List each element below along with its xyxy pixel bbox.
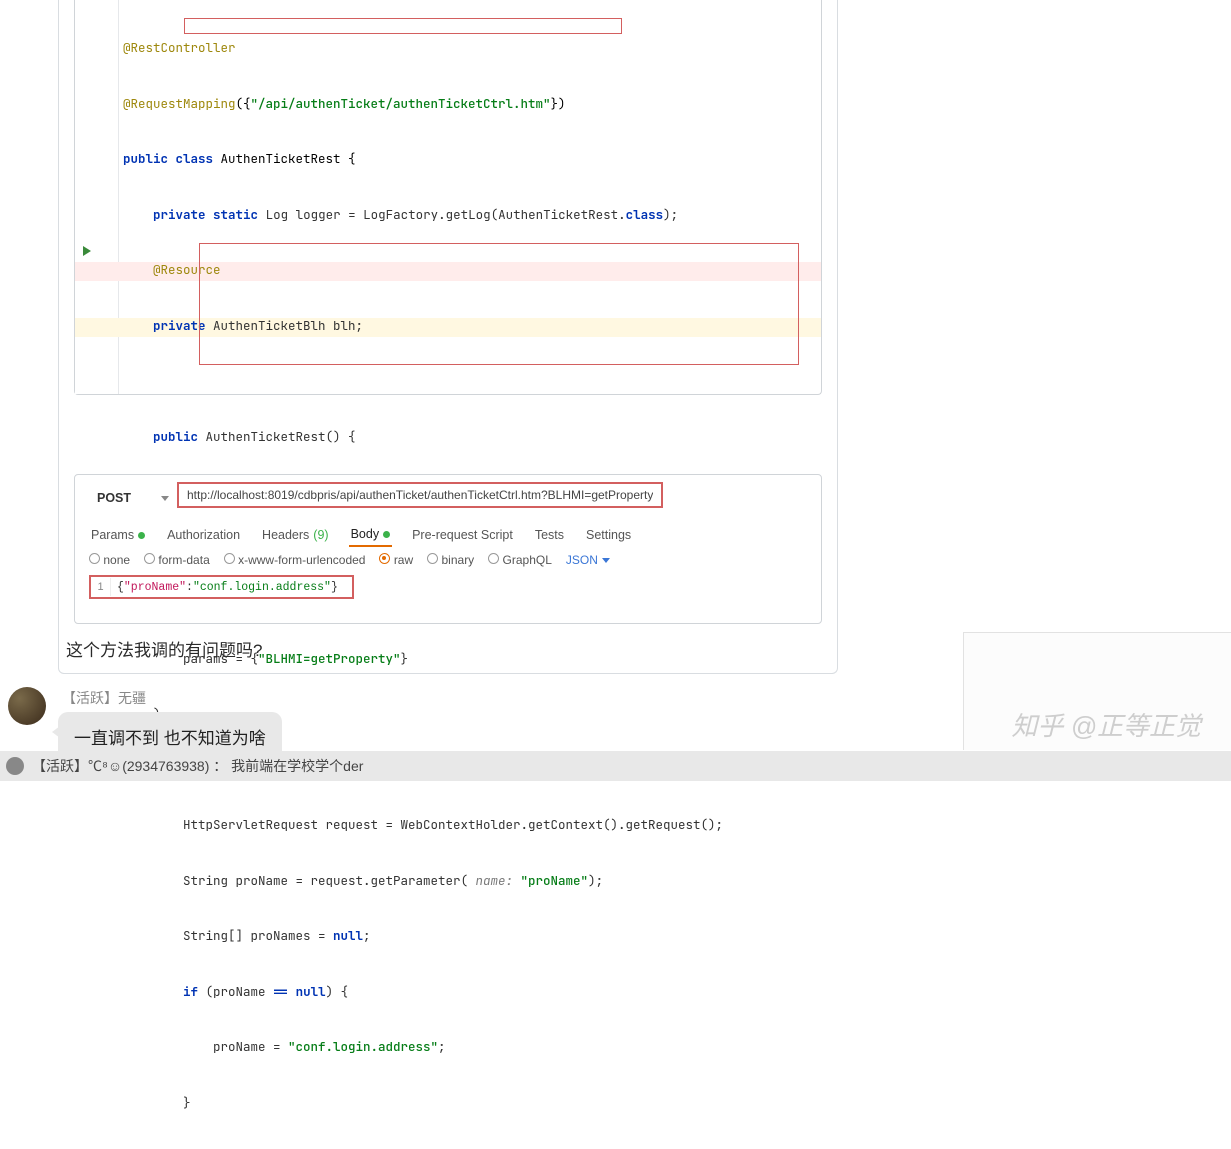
kw-public: public: [123, 150, 168, 167]
code-area[interactable]: @RestController @RequestMapping({"/api/a…: [119, 0, 821, 394]
bt-raw: raw: [394, 553, 413, 567]
params-close: }: [401, 650, 409, 667]
chevron-down-icon: [602, 558, 610, 563]
avatar[interactable]: [8, 687, 46, 725]
ann-resource: @Resource: [153, 261, 221, 278]
method-select[interactable]: POST: [85, 485, 181, 511]
tab-tests[interactable]: Tests: [533, 523, 566, 547]
headers-count: (9): [313, 528, 328, 542]
proname-post: );: [588, 872, 603, 889]
kw-private: private: [153, 206, 206, 223]
ctor: AuthenTicketRest() {: [198, 428, 356, 445]
footer-avatar[interactable]: [6, 757, 24, 775]
blh-decl: AuthenTicketBlh blh;: [206, 317, 364, 334]
chevron-down-icon: [161, 496, 169, 501]
assign-val: "conf.login.address": [288, 1038, 438, 1055]
tab-settings[interactable]: Settings: [584, 523, 633, 547]
ann-restcontroller: @RestController: [123, 39, 236, 56]
brace2: }: [183, 1094, 191, 1111]
radio-formdata[interactable]: form-data: [144, 553, 210, 567]
null2: null: [296, 983, 326, 1000]
tab-auth[interactable]: Authorization: [165, 523, 242, 547]
jb-close: }: [331, 581, 338, 594]
bt-formdata: form-data: [158, 553, 209, 567]
logger-decl: Log logger = LogFactory.getLog(AuthenTic…: [258, 206, 626, 223]
proname-pre: String proName = request.getParameter(: [183, 872, 468, 889]
radio-binary[interactable]: binary: [427, 553, 474, 567]
url-input[interactable]: [187, 488, 653, 502]
run-icon[interactable]: [83, 246, 91, 256]
tab-params[interactable]: Params: [89, 523, 147, 547]
tab-headers-label: Headers: [262, 528, 309, 542]
tabs: Params Authorization Headers (9) Body Pr…: [89, 523, 633, 547]
kw-private2: private: [153, 317, 206, 334]
logger-end: );: [663, 206, 678, 223]
req-line: HttpServletRequest request = WebContextH…: [183, 816, 723, 833]
footer: 【活跃】℃⁸☺(2934763938) ： 我前端在学校学个der: [0, 751, 1231, 781]
radio-none[interactable]: none: [89, 553, 130, 567]
tab-settings-label: Settings: [586, 528, 631, 542]
tab-prescript[interactable]: Pre-request Script: [410, 523, 515, 547]
radio-urlenc[interactable]: x-www-form-urlencoded: [224, 553, 366, 567]
line-number: 1: [91, 578, 111, 596]
footer-text: 【活跃】℃⁸☺(2934763938) ： 我前端在学校学个der: [32, 756, 363, 776]
bt-graphql: GraphQL: [503, 553, 552, 567]
proname-arg: "proName": [521, 872, 589, 889]
code-panel: @RestController @RequestMapping({"/api/a…: [74, 0, 822, 395]
kw-class2: class: [626, 206, 664, 223]
tab-body[interactable]: Body: [349, 523, 393, 547]
radio-graphql[interactable]: GraphQL: [488, 553, 552, 567]
jb-val: "conf.login.address": [193, 581, 331, 594]
pronames: String[] proNames =: [183, 927, 333, 944]
bt-binary: binary: [442, 553, 475, 567]
tab-body-label: Body: [351, 527, 380, 541]
code-gutter: [75, 0, 119, 394]
dot-icon: [138, 532, 145, 539]
kw-static: static: [213, 206, 258, 223]
breakpoint-icon[interactable]: [95, 262, 105, 272]
tab-headers[interactable]: Headers (9): [260, 523, 331, 547]
jb-key: "proName": [124, 581, 186, 594]
json-label: JSON: [566, 553, 598, 567]
ann-requestmapping: @RequestMapping: [123, 95, 236, 112]
radio-raw[interactable]: raw: [379, 553, 413, 567]
assign-pre: proName =: [213, 1038, 288, 1055]
jb-colon: :: [186, 581, 193, 594]
jb-open: {: [117, 581, 124, 594]
if-post: ) {: [326, 983, 349, 1000]
tab-tests-label: Tests: [535, 528, 564, 542]
method-label: POST: [97, 491, 131, 505]
kw-class: class: [176, 150, 214, 167]
semi2: ;: [438, 1038, 446, 1055]
username[interactable]: 【活跃】无疆: [62, 688, 146, 708]
body-types: none form-data x-www-form-urlencoded raw…: [89, 553, 610, 567]
kw-public2: public: [153, 428, 198, 445]
watermark: 知乎 @正等正觉: [1011, 706, 1201, 743]
bt-none: none: [103, 553, 130, 567]
question-text: 这个方法我调的有问题吗?: [66, 636, 262, 661]
eq: ==: [273, 983, 288, 1000]
json-body-box: 1 {"proName":"conf.login.address"}: [89, 575, 354, 599]
name-hint: name:: [468, 872, 521, 889]
mapping-url: "/api/authenTicket/authenTicketCtrl.htm": [251, 95, 551, 112]
json-dropdown[interactable]: JSON: [566, 553, 610, 567]
json-code[interactable]: {"proName":"conf.login.address"}: [111, 579, 344, 596]
semi1: ;: [363, 927, 371, 944]
tab-params-label: Params: [91, 528, 134, 542]
if-pre: (proName: [198, 983, 273, 1000]
url-input-wrap: [177, 482, 663, 508]
dot-icon: [383, 531, 390, 538]
null1: null: [333, 927, 363, 944]
params-val: "BLHMI=getProperty": [258, 650, 401, 667]
class-name: AuthenTicketRest {: [213, 150, 356, 167]
kw-if: if: [183, 983, 198, 1000]
http-panel: POST Params Authorization Headers (9) Bo…: [74, 474, 822, 624]
tab-pre-label: Pre-request Script: [412, 528, 513, 542]
tab-auth-label: Authorization: [167, 528, 240, 542]
bt-urlenc: x-www-form-urlencoded: [238, 553, 365, 567]
